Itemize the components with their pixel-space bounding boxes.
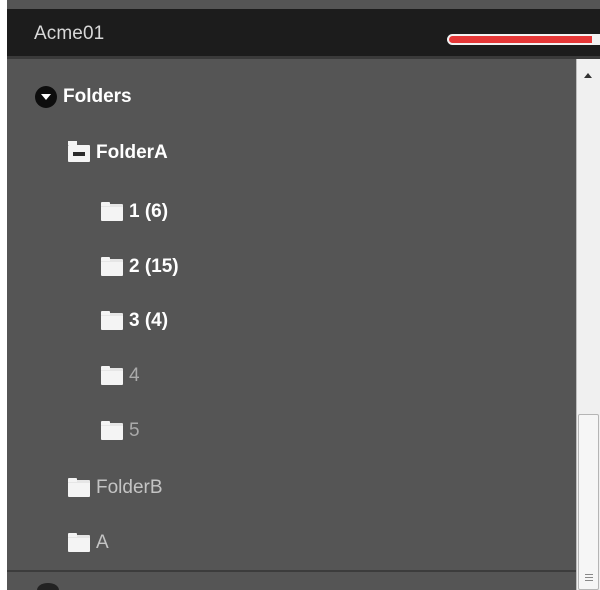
tree-item-1[interactable]: 1 (6) [7, 192, 576, 232]
collapse-circle-icon[interactable] [37, 583, 59, 590]
folder-icon [101, 201, 123, 221]
tree-item-foldera[interactable]: FolderA [7, 133, 576, 173]
folder-icon [68, 477, 90, 497]
panel-title: Acme01 [34, 23, 105, 44]
vertical-scrollbar[interactable] [576, 59, 600, 590]
panel-header: Acme01 [7, 9, 600, 59]
tree-item-label: FolderA [96, 142, 168, 163]
folder-icon [101, 420, 123, 440]
tree-item-label: A [96, 532, 109, 553]
section-divider [7, 570, 576, 572]
tree-item-label: 4 [129, 365, 140, 386]
tree-item-label: 3 (4) [129, 310, 169, 331]
folder-open-icon[interactable] [68, 140, 90, 162]
folder-icon [101, 365, 123, 385]
grip-icon [585, 574, 593, 581]
collapse-circle-icon[interactable] [35, 86, 57, 108]
folder-tree: Folders FolderA 1 (6) 2 (15) 3 (4) 4 5 F… [7, 59, 576, 590]
folder-panel: Acme01 Folders FolderA 1 (6) 2 (15) 3 (4… [7, 0, 600, 590]
tree-item-folderb[interactable]: FolderB [7, 468, 576, 508]
tree-item-label: FolderB [96, 477, 163, 498]
tree-item-label: Folders [63, 86, 132, 107]
tree-item-label: 1 (6) [129, 201, 169, 222]
scroll-up-arrow-icon[interactable] [584, 73, 592, 78]
tree-item-label: 2 (15) [129, 256, 179, 277]
tree-item-label: 5 [129, 420, 140, 441]
progress-fill [449, 36, 592, 43]
folder-icon [68, 532, 90, 552]
tree-item-2[interactable]: 2 (15) [7, 247, 576, 287]
folder-icon [101, 256, 123, 276]
tree-item-a[interactable]: A [7, 523, 576, 563]
scrollbar-thumb[interactable] [578, 414, 599, 590]
tree-item-4[interactable]: 4 [7, 356, 576, 396]
folder-icon [101, 310, 123, 330]
tree-item-5[interactable]: 5 [7, 411, 576, 451]
tree-item-3[interactable]: 3 (4) [7, 301, 576, 341]
tree-item-folders[interactable]: Folders [7, 77, 576, 117]
progress-bar [447, 34, 600, 45]
